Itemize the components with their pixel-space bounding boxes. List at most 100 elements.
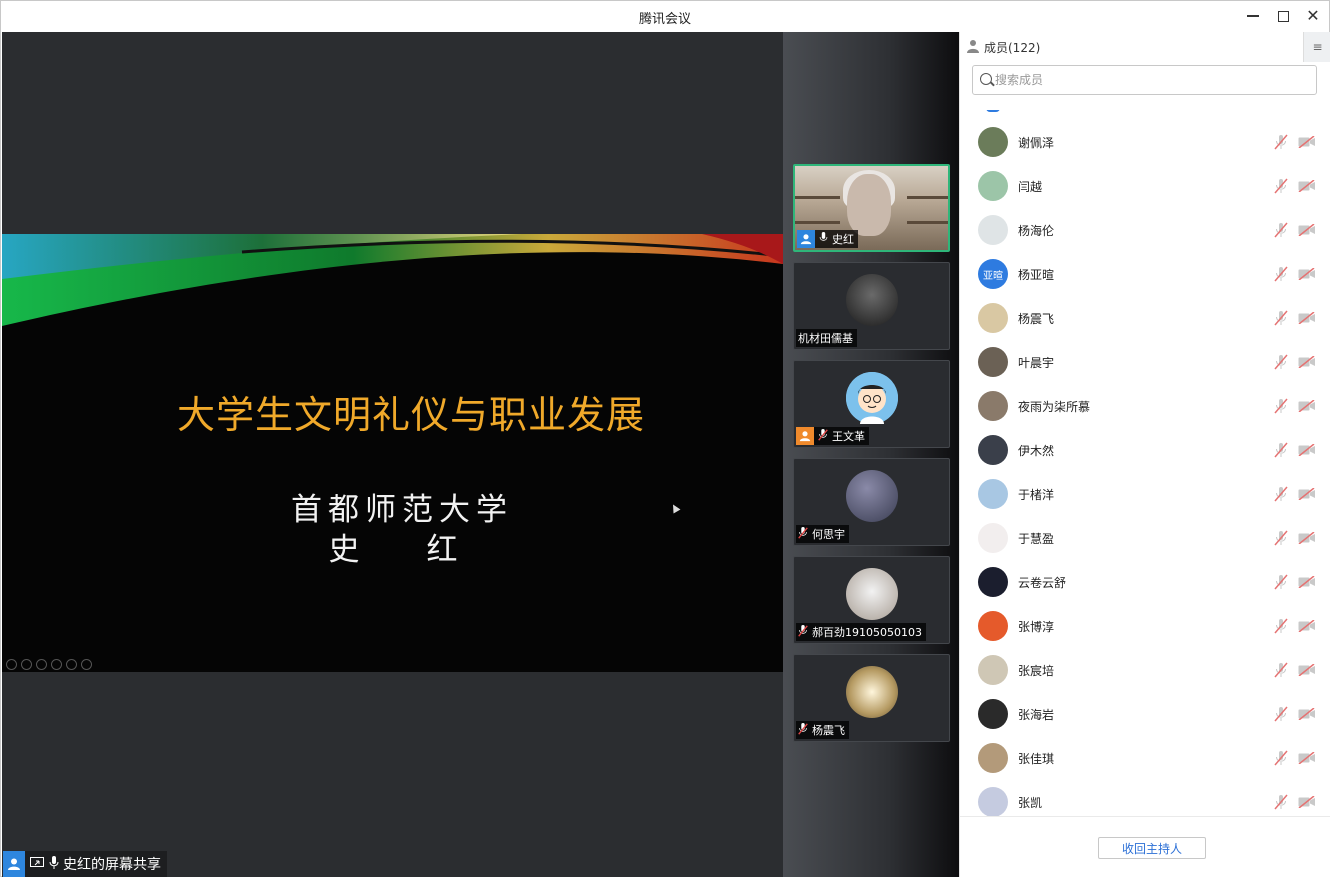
camera-off-icon[interactable] xyxy=(1298,796,1316,808)
tile-name: 史红 xyxy=(832,233,854,246)
camera-off-icon[interactable] xyxy=(1298,752,1316,764)
camera-off-icon[interactable] xyxy=(1298,488,1316,500)
maximize-button[interactable] xyxy=(1273,6,1293,26)
microphone-icon xyxy=(819,231,828,247)
avatar: 亚暄 xyxy=(978,259,1008,289)
microphone-muted-icon[interactable] xyxy=(1274,310,1288,326)
prev-slide-icon[interactable] xyxy=(6,659,17,670)
microphone-muted-icon[interactable] xyxy=(1274,354,1288,370)
members-list[interactable]: 谢佩泽闫越 杨海伦 亚暄 杨亚暄杨震飞叶晨宇夜雨为柒所慕伊木然 于楮洋于慧盈云卷云舒张博… xyxy=(960,110,1330,816)
member-row[interactable]: 张宸培 xyxy=(960,648,1330,692)
avatar xyxy=(978,127,1008,157)
video-tile[interactable]: 机材田儒基 xyxy=(793,262,950,350)
camera-off-icon[interactable] xyxy=(1298,400,1316,412)
avatar xyxy=(846,568,898,620)
avatar xyxy=(978,435,1008,465)
minimize-icon xyxy=(1247,15,1259,17)
member-row[interactable]: 杨震飞 xyxy=(960,296,1330,340)
microphone-muted-icon[interactable] xyxy=(1274,574,1288,590)
camera-off-icon[interactable] xyxy=(1298,620,1316,632)
slides-grid-icon[interactable] xyxy=(51,659,62,670)
member-name: 叶晨宇 xyxy=(1018,356,1055,370)
member-name: 夜雨为柒所慕 xyxy=(1018,400,1091,414)
microphone-muted-icon xyxy=(798,526,808,542)
panel-menu-button[interactable]: ≡ xyxy=(1303,32,1330,62)
microphone-muted-icon[interactable] xyxy=(1274,486,1288,502)
video-tile[interactable]: 杨震飞 xyxy=(793,654,950,742)
zoom-icon[interactable] xyxy=(66,659,77,670)
close-button[interactable]: ✕ xyxy=(1303,6,1323,26)
reclaim-host-button[interactable]: 收回主持人 xyxy=(1098,837,1206,859)
member-row[interactable]: 张凯 xyxy=(960,780,1330,816)
microphone-muted-icon[interactable] xyxy=(1274,794,1288,810)
video-tile-shihong[interactable]: 史红 xyxy=(793,164,950,252)
member-row[interactable]: 夜雨为柒所慕 xyxy=(960,384,1330,428)
member-row[interactable]: 云卷云舒 xyxy=(960,560,1330,604)
member-row[interactable]: 叶晨宇 xyxy=(960,340,1330,384)
more-options-icon[interactable] xyxy=(81,659,92,670)
avatar xyxy=(978,391,1008,421)
tile-name: 王文革 xyxy=(832,430,865,443)
microphone-muted-icon[interactable] xyxy=(1274,178,1288,194)
microphone-muted-icon[interactable] xyxy=(1274,662,1288,678)
member-row[interactable]: 张海岩 xyxy=(960,692,1330,736)
camera-off-icon[interactable] xyxy=(1298,664,1316,676)
member-row[interactable]: 闫越 xyxy=(960,164,1330,208)
video-tile[interactable]: 何思宇 xyxy=(793,458,950,546)
member-row[interactable]: 杨海伦 xyxy=(960,208,1330,252)
member-row[interactable]: 亚暄 杨亚暄 xyxy=(960,252,1330,296)
member-row[interactable]: 张佳琪 xyxy=(960,736,1330,780)
members-panel-footer: 收回主持人 xyxy=(960,816,1330,877)
camera-off-icon[interactable] xyxy=(1298,356,1316,368)
member-row[interactable]: 于楮洋 xyxy=(960,472,1330,516)
avatar-text: 亚暄 xyxy=(983,270,1003,282)
camera-off-icon[interactable] xyxy=(1298,312,1316,324)
avatar xyxy=(978,611,1008,641)
title-bar: 腾讯会议 ✕ xyxy=(1,1,1329,32)
pen-icon[interactable] xyxy=(36,659,47,670)
video-gallery: 史红 机材田儒基 王文革 何思宇 郝百劲19105050103 杨震飞 xyxy=(783,32,959,877)
member-row[interactable]: 伊木然 xyxy=(960,428,1330,472)
microphone-muted-icon[interactable] xyxy=(1274,530,1288,546)
video-tile[interactable]: 王文革 xyxy=(793,360,950,448)
member-name: 杨震飞 xyxy=(1018,312,1055,326)
video-tile[interactable]: 郝百劲19105050103 xyxy=(793,556,950,644)
member-name: 张宸培 xyxy=(1018,664,1055,678)
search-members-box[interactable] xyxy=(972,65,1317,95)
member-row[interactable]: 于慧盈 xyxy=(960,516,1330,560)
member-name: 谢佩泽 xyxy=(1018,136,1055,150)
screen-share-indicator: 史红的屏幕共享 xyxy=(3,851,167,877)
microphone-muted-icon[interactable] xyxy=(1274,750,1288,766)
camera-off-icon[interactable] xyxy=(1298,268,1316,280)
camera-off-icon[interactable] xyxy=(1298,576,1316,588)
microphone-muted-icon[interactable] xyxy=(1274,618,1288,634)
member-row[interactable]: 张博淳 xyxy=(960,604,1330,648)
camera-off-icon[interactable] xyxy=(1298,444,1316,456)
minimize-button[interactable] xyxy=(1243,6,1263,26)
tile-label: 杨震飞 xyxy=(796,721,849,739)
camera-off-icon[interactable] xyxy=(1298,136,1316,148)
microphone-muted-icon[interactable] xyxy=(1274,442,1288,458)
microphone-muted-icon[interactable] xyxy=(1274,398,1288,414)
member-name: 张博淳 xyxy=(1018,620,1055,634)
camera-off-icon[interactable] xyxy=(1298,180,1316,192)
avatar xyxy=(978,215,1008,245)
avatar xyxy=(978,699,1008,729)
microphone-muted-icon[interactable] xyxy=(1274,266,1288,282)
camera-off-icon[interactable] xyxy=(1298,224,1316,236)
tile-name: 何思宇 xyxy=(812,528,845,541)
camera-off-icon[interactable] xyxy=(1298,708,1316,720)
camera-off-icon[interactable] xyxy=(1298,532,1316,544)
search-icon xyxy=(980,73,992,85)
member-row[interactable]: 谢佩泽 xyxy=(960,120,1330,164)
members-panel-header: 成员(122) ≡ xyxy=(960,32,1330,62)
tile-name: 郝百劲19105050103 xyxy=(812,626,922,639)
screen-share-icon xyxy=(30,856,44,872)
search-input[interactable] xyxy=(995,70,1305,90)
microphone-muted-icon[interactable] xyxy=(1274,222,1288,238)
microphone-muted-icon[interactable] xyxy=(1274,706,1288,722)
member-name: 于慧盈 xyxy=(1018,532,1055,546)
next-slide-icon[interactable] xyxy=(21,659,32,670)
microphone-muted-icon[interactable] xyxy=(1274,134,1288,150)
avatar xyxy=(978,523,1008,553)
